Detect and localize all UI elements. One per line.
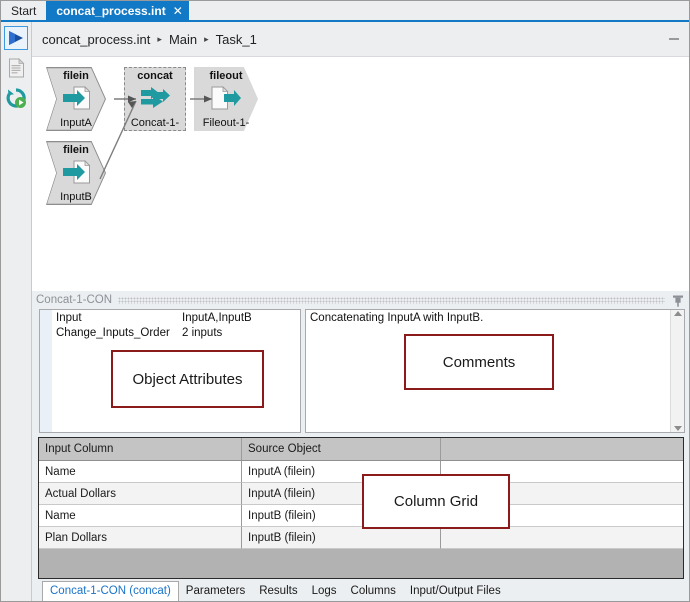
grid-empty-area: [39, 549, 683, 578]
chevron-right-icon: ▸: [157, 34, 162, 45]
run-icon: [6, 30, 26, 46]
file-in-icon: [46, 158, 106, 186]
main-body: concat_process.int ▸ Main ▸ Task_1: [1, 22, 689, 601]
scroll-down-arrow-icon[interactable]: [674, 426, 682, 431]
attribute-key: Input: [53, 312, 182, 324]
editor-column: concat_process.int ▸ Main ▸ Task_1: [32, 22, 689, 601]
rail-item-run[interactable]: [4, 26, 28, 50]
cell-input-column: Name: [39, 461, 242, 483]
cell-input-column: Plan Dollars: [39, 527, 242, 549]
table-row[interactable]: Change_Inputs_Order 2 inputs: [53, 325, 300, 340]
column-grid[interactable]: Input Column Source Object Name InputA (…: [38, 437, 684, 579]
tab-start-label: Start: [11, 4, 36, 18]
breadcrumb-item-0[interactable]: concat_process.int: [42, 32, 150, 47]
diagram-node-inputb[interactable]: filein InputB: [46, 141, 106, 205]
node-type-label: filein: [46, 144, 106, 156]
cell-input-column: Name: [39, 505, 242, 527]
tab-start[interactable]: Start: [1, 1, 46, 20]
detail-pane-title: Concat-1-CON: [36, 294, 112, 306]
table-header-row: Input Column Source Object: [39, 438, 683, 461]
file-out-icon: [194, 84, 258, 112]
node-type-label: fileout: [194, 70, 258, 82]
column-header-blank[interactable]: [441, 438, 683, 460]
tab-concat-process-label: concat_process.int: [56, 4, 165, 18]
callout-object-attributes: Object Attributes: [111, 350, 264, 408]
diagram-node-fileout1[interactable]: fileout Fileout-1-: [194, 67, 258, 131]
diagram-node-concat1[interactable]: concat Concat-1-: [124, 67, 186, 131]
bottom-tab-bar: Concat-1-CON (concat) Parameters Results…: [32, 579, 689, 601]
cell-blank: [441, 527, 683, 549]
tool-rail: [1, 22, 32, 601]
refresh-history-icon: [6, 88, 27, 109]
diagram-node-inputa[interactable]: filein InputA: [46, 67, 106, 131]
rail-item-document[interactable]: [4, 56, 28, 80]
concat-arrows-icon: [124, 84, 186, 112]
rail-item-refresh-history[interactable]: [4, 86, 28, 110]
drag-handle[interactable]: [118, 297, 665, 304]
table-row[interactable]: Actual Dollars InputA (filein): [39, 483, 683, 505]
attribute-value: InputA,InputB: [182, 312, 300, 324]
chevron-right-icon: ▸: [204, 34, 209, 45]
breadcrumb-item-2[interactable]: Task_1: [216, 32, 257, 47]
node-name-label: InputB: [46, 191, 106, 203]
column-header-source-object[interactable]: Source Object: [242, 438, 441, 460]
bottom-tab-parameters[interactable]: Parameters: [179, 582, 252, 601]
breadcrumb: concat_process.int ▸ Main ▸ Task_1: [32, 22, 689, 56]
bottom-tab-results[interactable]: Results: [252, 582, 304, 601]
node-name-label: Concat-1-: [124, 117, 186, 129]
table-row[interactable]: Plan Dollars InputB (filein): [39, 527, 683, 549]
file-in-icon: [46, 84, 106, 112]
table-row[interactable]: Name InputA (filein): [39, 461, 683, 483]
close-icon[interactable]: ✕: [173, 5, 183, 17]
breadcrumb-item-1[interactable]: Main: [169, 32, 197, 47]
detail-pane-header: Concat-1-CON: [32, 291, 689, 309]
bottom-tab-columns[interactable]: Columns: [344, 582, 403, 601]
node-type-label: filein: [46, 70, 106, 82]
attribute-key: Change_Inputs_Order: [53, 327, 182, 339]
attribute-value: 2 inputs: [182, 327, 300, 339]
cell-source-object: InputB (filein): [242, 527, 441, 549]
tab-concat-process[interactable]: concat_process.int ✕: [46, 1, 188, 20]
node-name-label: Fileout-1-: [194, 117, 258, 129]
pin-icon[interactable]: [671, 294, 685, 307]
node-type-label: concat: [124, 70, 186, 82]
document-tab-strip: Start concat_process.int ✕: [1, 1, 689, 22]
application-window: Start concat_process.int ✕: [0, 0, 690, 602]
scroll-up-arrow-icon[interactable]: [674, 311, 682, 316]
diagram-canvas[interactable]: filein InputA: [32, 56, 689, 291]
detail-pane: Concat-1-CON: [32, 291, 689, 601]
callout-comments: Comments: [404, 334, 554, 390]
column-header-input-column[interactable]: Input Column: [39, 438, 242, 460]
bottom-tab-concat[interactable]: Concat-1-CON (concat): [42, 581, 179, 601]
table-row[interactable]: Input InputA,InputB: [53, 310, 300, 325]
node-name-label: InputA: [46, 117, 106, 129]
minimize-button[interactable]: [669, 38, 679, 40]
bottom-tab-input-output-files[interactable]: Input/Output Files: [403, 582, 508, 601]
document-icon: [8, 58, 25, 78]
callout-column-grid: Column Grid: [362, 474, 510, 529]
attributes-gutter: [40, 310, 53, 432]
table-row[interactable]: Name InputB (filein): [39, 505, 683, 527]
cell-input-column: Actual Dollars: [39, 483, 242, 505]
bottom-tab-logs[interactable]: Logs: [305, 582, 344, 601]
comments-scrollbar[interactable]: [670, 310, 684, 432]
